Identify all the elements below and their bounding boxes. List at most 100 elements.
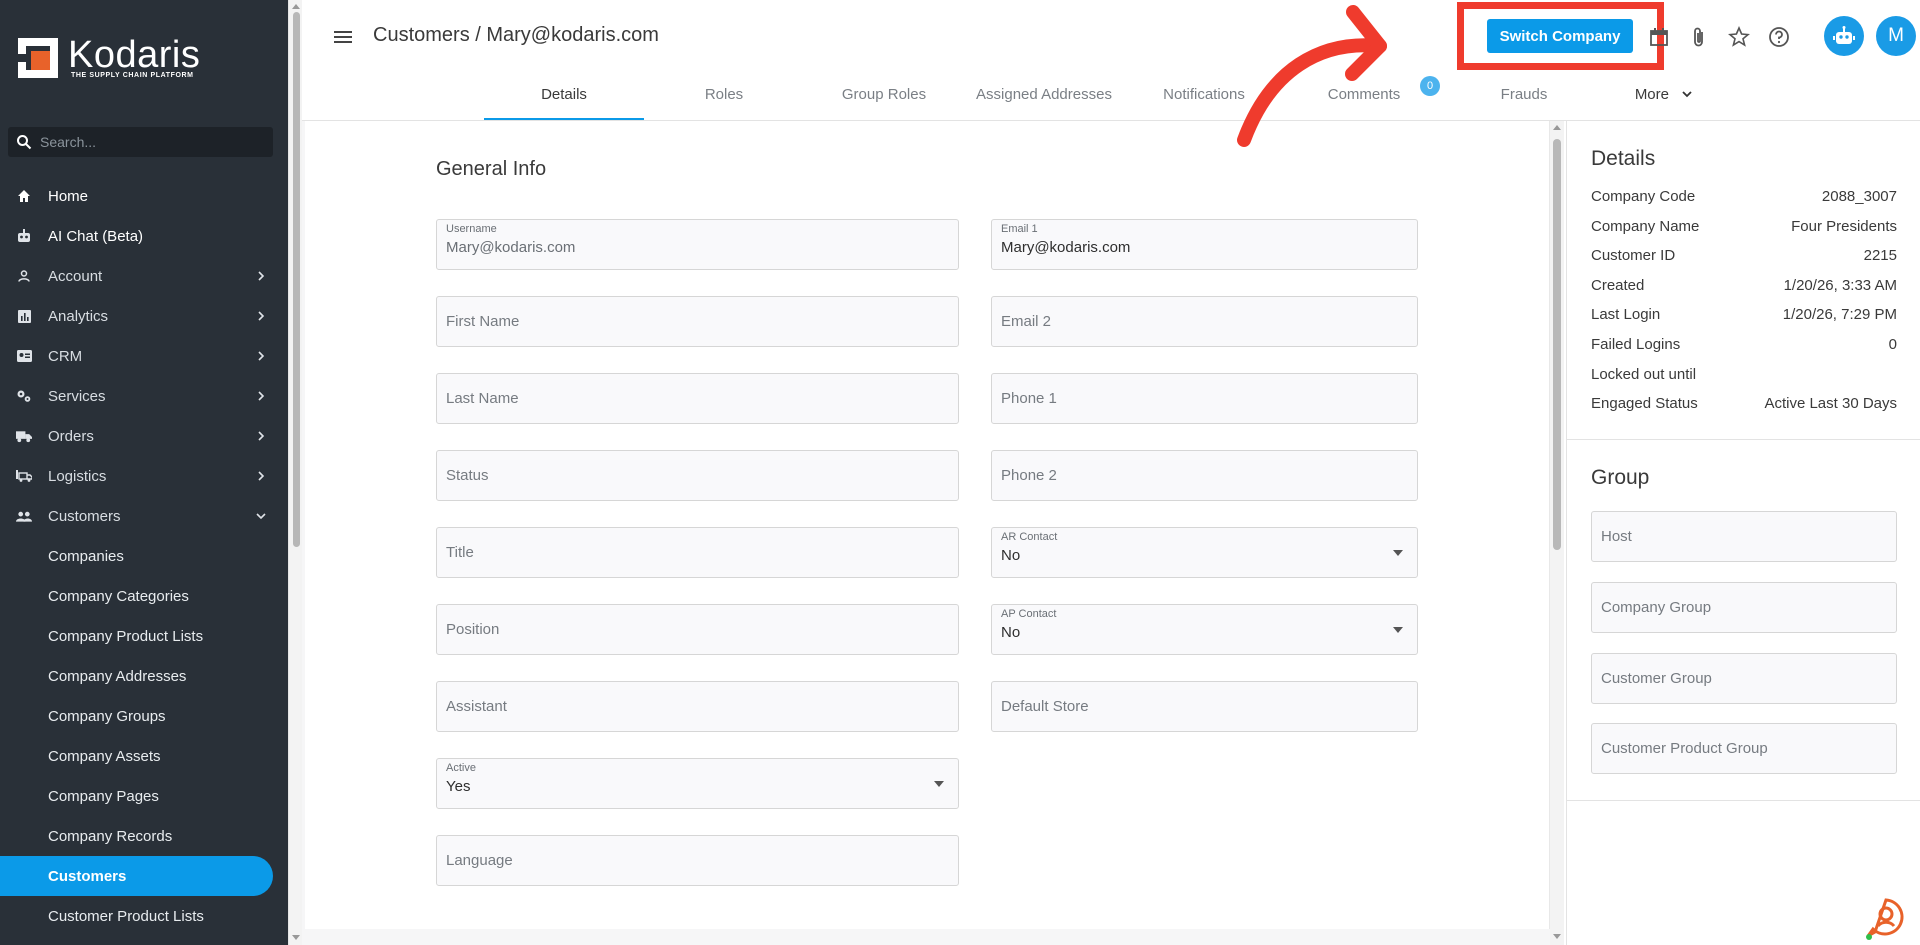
field-value: Yes: [446, 778, 471, 795]
status-field[interactable]: Status: [436, 450, 959, 501]
company-group-field[interactable]: Company Group: [1591, 582, 1897, 633]
sidebar-scrollbar[interactable]: [288, 0, 302, 945]
ar-contact-select[interactable]: AR Contact No: [991, 527, 1418, 578]
truck-icon: [16, 428, 32, 444]
sidebar-subitem-company-pages[interactable]: Company Pages: [0, 776, 288, 816]
active-select[interactable]: Active Yes: [436, 758, 959, 809]
sidebar-search-input[interactable]: [40, 134, 260, 150]
email-2-field[interactable]: Email 2: [991, 296, 1418, 347]
sidebar-item-label: Logistics: [48, 467, 107, 485]
hamburger-menu-icon[interactable]: [332, 26, 354, 48]
tab-roles[interactable]: Roles: [644, 76, 804, 120]
phone-1-field[interactable]: Phone 1: [991, 373, 1418, 424]
sidebar-item-home[interactable]: Home: [0, 176, 288, 216]
tab-bar: Details Roles Group Roles Assigned Addre…: [484, 76, 1724, 120]
tab-comments[interactable]: Comments 0: [1284, 76, 1444, 120]
sidebar-item-analytics[interactable]: Analytics: [0, 296, 288, 336]
sidebar-item-label: Orders: [48, 427, 94, 445]
sidebar-subitem-company-groups[interactable]: Company Groups: [0, 696, 288, 736]
sidebar-subitem-company-assets[interactable]: Company Assets: [0, 736, 288, 776]
position-field[interactable]: Position: [436, 604, 959, 655]
tab-notifications[interactable]: Notifications: [1124, 76, 1284, 120]
field-value: No: [1001, 624, 1021, 641]
tab-frauds[interactable]: Frauds: [1444, 76, 1604, 120]
detail-label: Customer ID: [1591, 247, 1676, 264]
sidebar-item-customers[interactable]: Customers: [0, 496, 288, 536]
main-scrollbar[interactable]: [1550, 121, 1564, 945]
right-panel: Details Company Code 2088_3007 Company Na…: [1566, 121, 1920, 945]
default-store-field[interactable]: Default Store: [991, 681, 1418, 732]
tab-assigned-addresses[interactable]: Assigned Addresses: [964, 76, 1124, 120]
last-name-field[interactable]: Last Name: [436, 373, 959, 424]
chevron-right-icon: [258, 431, 265, 441]
main-scroll-thumb[interactable]: [1553, 139, 1561, 550]
attachment-icon[interactable]: [1686, 24, 1712, 50]
sidebar-nav: Home AI Chat (Beta) Account Analytics CR…: [0, 176, 288, 936]
detail-row-company-name: Company Name Four Presidents: [1591, 218, 1897, 235]
scroll-down-icon[interactable]: [291, 934, 301, 942]
sidebar-subitem-company-product-lists[interactable]: Company Product Lists: [0, 616, 288, 656]
customer-product-group-field[interactable]: Customer Product Group: [1591, 723, 1897, 774]
sidebar-item-label: Home: [48, 187, 89, 205]
sidebar-item-account[interactable]: Account: [0, 256, 288, 296]
robot-icon: [1833, 26, 1855, 44]
detail-label: Last Login: [1591, 306, 1661, 323]
assistant-field[interactable]: Assistant: [436, 681, 959, 732]
tab-details[interactable]: Details: [484, 76, 644, 120]
language-field[interactable]: Language: [436, 835, 959, 886]
username-field[interactable]: Username Mary@kodaris.com: [436, 219, 959, 270]
first-name-field[interactable]: First Name: [436, 296, 959, 347]
field-value: No: [1001, 547, 1021, 564]
dropdown-caret-icon: [1393, 550, 1403, 556]
calendar-icon[interactable]: [1646, 24, 1672, 50]
sidebar-item-orders[interactable]: Orders: [0, 416, 288, 456]
ai-assistant-button[interactable]: [1824, 16, 1864, 56]
top-header: Customers / Mary@kodaris.com Switch Comp…: [302, 0, 1920, 121]
logo[interactable]: Kodaris THE SUPPLY CHAIN PLATFORM: [18, 36, 200, 79]
field-placeholder: Position: [446, 621, 500, 638]
sidebar-subitem-company-categories[interactable]: Company Categories: [0, 576, 288, 616]
title-field[interactable]: Title: [436, 527, 959, 578]
scroll-down-icon[interactable]: [1552, 933, 1562, 941]
panel-divider: [1567, 800, 1920, 801]
general-info-card: General Info Username Mary@kodaris.com F…: [305, 121, 1550, 929]
logo-tagline: THE SUPPLY CHAIN PLATFORM: [71, 72, 194, 79]
sidebar-item-logistics[interactable]: Logistics: [0, 456, 288, 496]
sidebar-item-crm[interactable]: CRM: [0, 336, 288, 376]
customer-group-field[interactable]: Customer Group: [1591, 653, 1897, 704]
sidebar-subitem-companies[interactable]: Companies: [0, 536, 288, 576]
scroll-up-icon[interactable]: [1552, 123, 1562, 131]
phone-2-field[interactable]: Phone 2: [991, 450, 1418, 501]
ap-contact-select[interactable]: AP Contact No: [991, 604, 1418, 655]
field-placeholder: Title: [446, 544, 474, 561]
sidebar-search: [8, 127, 273, 157]
sidebar-item-services[interactable]: Services: [0, 376, 288, 416]
sidebar-item-ai-chat[interactable]: AI Chat (Beta): [0, 216, 288, 256]
sidebar-subitem-customers[interactable]: Customers: [0, 856, 273, 896]
support-chat-icon[interactable]: [1864, 896, 1908, 940]
sidebar-subitem-customer-product-lists[interactable]: Customer Product Lists: [0, 896, 288, 936]
sidebar-subitem-company-addresses[interactable]: Company Addresses: [0, 656, 288, 696]
user-avatar[interactable]: M: [1876, 16, 1916, 56]
tab-group-roles[interactable]: Group Roles: [804, 76, 964, 120]
detail-label: Locked out until: [1591, 366, 1697, 383]
detail-value: 2215: [1863, 247, 1897, 264]
star-icon[interactable]: [1726, 24, 1752, 50]
people-icon: [16, 508, 32, 524]
contact-card-icon: [16, 348, 32, 364]
email-1-field[interactable]: Email 1 Mary@kodaris.com: [991, 219, 1418, 270]
scroll-up-icon[interactable]: [291, 2, 301, 10]
field-placeholder: Status: [446, 467, 489, 484]
field-placeholder: Last Name: [446, 390, 519, 407]
main-content: General Info Username Mary@kodaris.com F…: [302, 121, 1564, 945]
sidebar-subitem-company-records[interactable]: Company Records: [0, 816, 288, 856]
tab-more[interactable]: More: [1604, 76, 1724, 120]
chevron-right-icon: [258, 311, 265, 321]
group-title: Group: [1591, 466, 1650, 489]
host-field[interactable]: Host: [1591, 511, 1897, 562]
sidebar-scroll-thumb[interactable]: [293, 12, 300, 547]
analytics-icon: [16, 308, 32, 324]
help-icon[interactable]: [1766, 24, 1792, 50]
field-value: Mary@kodaris.com: [1001, 239, 1131, 256]
search-icon: [17, 135, 32, 150]
